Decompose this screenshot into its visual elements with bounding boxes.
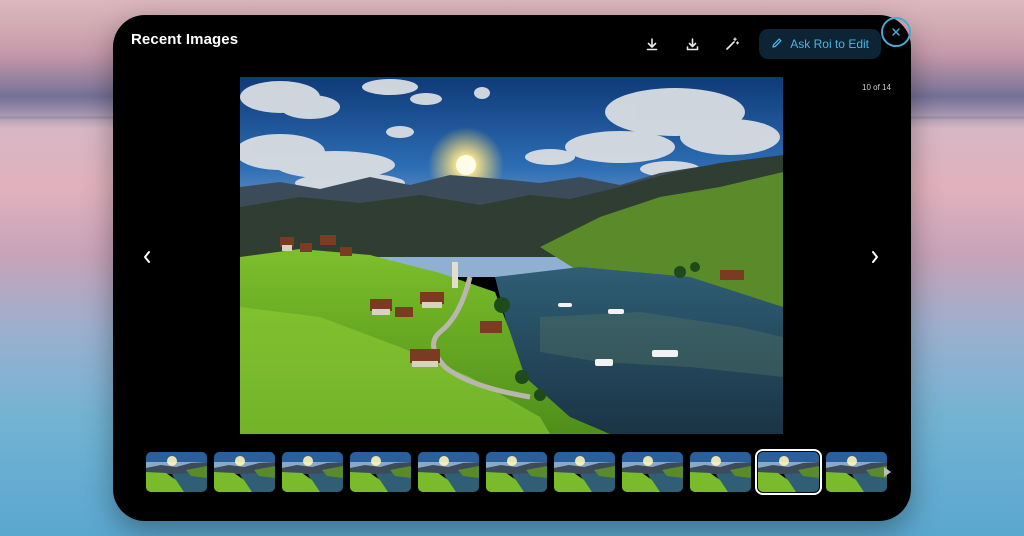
- triangle-right-icon[interactable]: [882, 465, 892, 479]
- arrow-down-circle-icon[interactable]: [639, 31, 665, 57]
- thumbnail-selected[interactable]: [755, 449, 822, 495]
- thumbnail[interactable]: [214, 452, 275, 492]
- thumbnail-strip: [146, 449, 887, 495]
- magic-wand-icon[interactable]: [719, 31, 745, 57]
- chevron-left-icon[interactable]: [137, 243, 157, 271]
- thumbnail[interactable]: [554, 452, 615, 492]
- thumbnail[interactable]: [146, 452, 207, 492]
- ask-roi-edit-button[interactable]: Ask Roi to Edit: [759, 29, 881, 59]
- thumbnail[interactable]: [622, 452, 683, 492]
- ask-roi-edit-label: Ask Roi to Edit: [790, 37, 869, 51]
- chevron-right-icon[interactable]: [865, 243, 885, 271]
- main-landscape-image: [240, 77, 783, 434]
- thumbnail[interactable]: [486, 452, 547, 492]
- thumbnail[interactable]: [418, 452, 479, 492]
- thumbnail[interactable]: [282, 452, 343, 492]
- thumbnail[interactable]: [350, 452, 411, 492]
- download-icon[interactable]: [679, 31, 705, 57]
- pencil-icon: [771, 37, 783, 52]
- image-counter: 10 of 14: [862, 83, 891, 92]
- thumbnail[interactable]: [690, 452, 751, 492]
- image-viewer-panel: Recent Images Ask Roi to Edit 10 of 14: [113, 15, 911, 521]
- close-icon[interactable]: [881, 17, 911, 47]
- thumbnail[interactable]: [826, 452, 887, 492]
- panel-title: Recent Images: [131, 31, 239, 48]
- toolbar: Ask Roi to Edit: [639, 29, 881, 59]
